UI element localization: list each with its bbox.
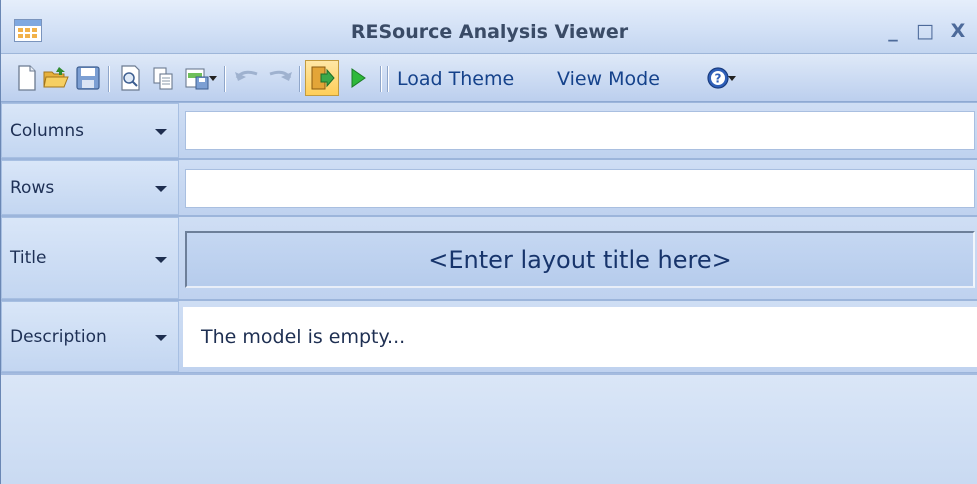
columns-label: Columns <box>10 120 84 141</box>
new-document-button[interactable] <box>12 62 42 94</box>
columns-row: Columns <box>1 102 977 159</box>
columns-field[interactable] <box>185 111 975 150</box>
description-label: Description <box>10 326 107 347</box>
layout-content-area <box>1 373 977 484</box>
app-window: RESource Analysis Viewer _ □ X Load Them… <box>0 0 977 484</box>
toolbar: Load Theme View Mode ? <box>1 54 977 102</box>
run-button[interactable] <box>343 62 373 94</box>
chevron-down-icon <box>155 257 167 263</box>
chevron-down-icon <box>155 129 167 135</box>
rows-label: Rows <box>10 177 55 198</box>
print-preview-icon <box>121 65 140 91</box>
window-title: RESource Analysis Viewer <box>350 21 629 43</box>
exit-icon <box>311 66 335 90</box>
redo-button[interactable] <box>265 62 295 94</box>
description-field[interactable]: The model is empty... <box>183 307 977 367</box>
chevron-down-icon <box>728 76 736 81</box>
description-row: Description The model is empty... <box>1 300 977 373</box>
help-icon: ? <box>707 67 729 89</box>
chevron-down-icon <box>155 186 167 192</box>
view-mode-button[interactable]: View Mode <box>557 64 660 94</box>
load-theme-button[interactable]: Load Theme <box>397 64 514 94</box>
svg-text:?: ? <box>715 72 722 86</box>
exit-button[interactable] <box>305 60 339 96</box>
help-button[interactable]: ? <box>698 62 738 94</box>
description-dropdown[interactable]: Description <box>1 301 179 372</box>
chevron-down-icon <box>155 335 167 341</box>
rows-dropdown[interactable]: Rows <box>1 160 179 215</box>
rows-field[interactable] <box>185 169 975 208</box>
undo-button[interactable] <box>232 62 262 94</box>
copy-button[interactable] <box>148 62 178 94</box>
title-row: Title <Enter layout title here> <box>1 216 977 300</box>
open-folder-icon <box>43 67 69 88</box>
redo-icon <box>269 70 292 81</box>
save-button[interactable] <box>73 62 103 94</box>
layout-title-field[interactable]: <Enter layout title here> <box>185 231 975 288</box>
title-label: Title <box>10 248 47 268</box>
print-preview-button[interactable] <box>116 62 146 94</box>
export-button[interactable] <box>179 62 217 94</box>
open-button[interactable] <box>41 62 71 94</box>
close-button[interactable]: X <box>946 20 970 42</box>
title-bar[interactable]: RESource Analysis Viewer _ □ X <box>1 0 977 54</box>
rows-row: Rows <box>1 159 977 216</box>
save-icon <box>76 66 100 90</box>
maximize-button[interactable]: □ <box>913 20 937 42</box>
minimize-button[interactable]: _ <box>881 20 905 42</box>
columns-dropdown[interactable]: Columns <box>1 103 179 158</box>
copy-icon <box>153 67 173 90</box>
undo-icon <box>235 70 258 81</box>
export-icon <box>185 68 209 90</box>
chevron-down-icon <box>209 76 217 81</box>
title-dropdown[interactable]: Title <box>1 217 179 299</box>
new-document-icon <box>18 65 36 91</box>
run-icon <box>351 68 366 88</box>
